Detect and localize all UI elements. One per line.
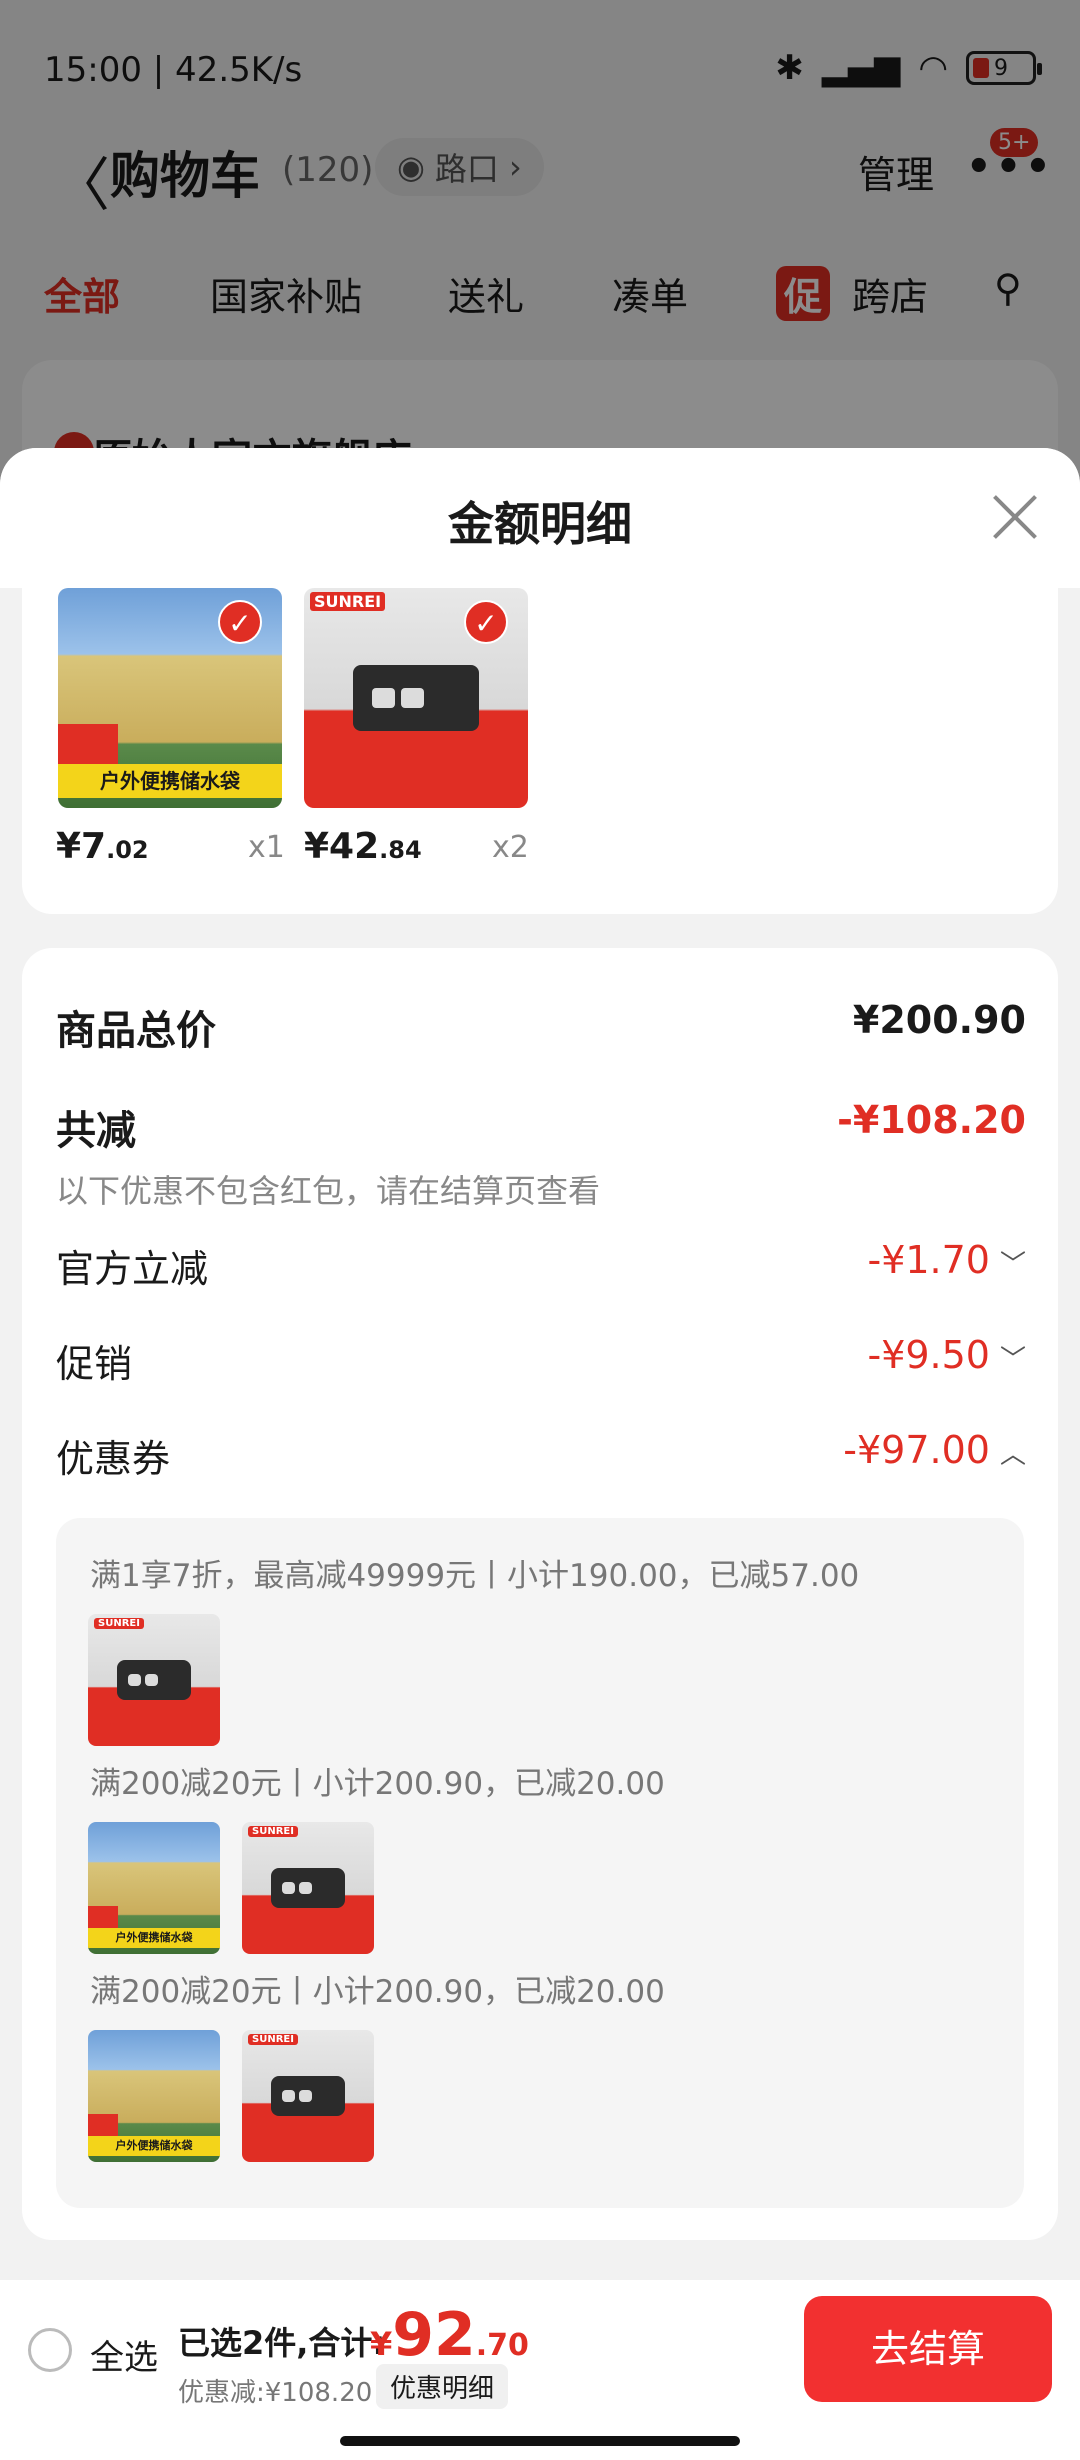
check-icon: ✓ xyxy=(464,600,508,644)
product-label: 户外便携储水袋 xyxy=(88,1928,220,1948)
sheet-title: 金额明细 xyxy=(448,497,632,551)
chevron-down-icon: ﹀ xyxy=(999,1250,1026,1280)
coupon-rule: 满200减20元丨小计200.90，已减20.00 xyxy=(90,1766,665,1802)
reduce-value: -¥108.20 xyxy=(837,1098,1026,1142)
checkout-button[interactable]: 去结算 xyxy=(804,2296,1052,2402)
total-decimal: .70 xyxy=(475,2328,529,2363)
product-label: 户外便携储水袋 xyxy=(88,2136,220,2156)
price-integer: ¥42 xyxy=(304,826,380,867)
promotion-label: 促销 xyxy=(56,1342,133,1386)
amount-detail-sheet: 户外便携储水袋 ✓ SUNREI ✓ ¥7.02 x1 ¥42.84 x2 金额… xyxy=(0,448,1080,2280)
coupon-product-image: 户外便携储水袋 xyxy=(88,1822,220,1954)
promotion-value: -¥9.50 xyxy=(867,1333,990,1377)
reduce-label: 共减 xyxy=(56,1108,136,1154)
sheet-header: 金额明细 xyxy=(0,448,1080,588)
price-detail-card: 商品总价 ¥200.90 共减 -¥108.20 以下优惠不包含红包，请在结算页… xyxy=(22,948,1058,2240)
lamp-body xyxy=(271,2076,345,2116)
price-decimal: .84 xyxy=(379,836,422,864)
price-tag xyxy=(88,1906,118,1928)
total-value: ¥200.90 xyxy=(852,998,1026,1042)
goods-card: 户外便携储水袋 ✓ SUNREI ✓ ¥7.02 x1 ¥42.84 x2 xyxy=(22,588,1058,914)
brand-logo: SUNREI xyxy=(94,1618,144,1629)
official-discount-value: -¥1.70 xyxy=(867,1238,990,1282)
price-integer: ¥7 xyxy=(56,826,107,867)
coupon-label: 优惠券 xyxy=(56,1437,171,1481)
chevron-down-icon: ﹀ xyxy=(999,1345,1026,1375)
price-tag xyxy=(58,724,118,764)
select-all-radio[interactable] xyxy=(28,2328,72,2372)
discount-summary: 优惠减:¥108.20 xyxy=(178,2378,373,2408)
chevron-up-icon: ︿ xyxy=(999,1440,1026,1470)
goods-quantity: x2 xyxy=(492,830,529,865)
selected-summary: 已选2件,合计: xyxy=(178,2324,386,2362)
coupon-product-image: SUNREI xyxy=(242,2030,374,2162)
coupon-product-image: SUNREI xyxy=(88,1614,220,1746)
reduce-note: 以下优惠不包含红包，请在结算页查看 xyxy=(56,1172,601,1210)
goods-price: ¥42.84 xyxy=(304,826,422,867)
promotion-row[interactable]: -¥9.50 ﹀ xyxy=(867,1333,1026,1377)
lamp-body xyxy=(271,1868,345,1908)
official-discount-row[interactable]: -¥1.70 ﹀ xyxy=(867,1238,1026,1282)
coupon-product-image: 户外便携储水袋 xyxy=(88,2030,220,2162)
official-discount-label: 官方立减 xyxy=(56,1247,209,1291)
check-icon: ✓ xyxy=(218,600,262,644)
product-label: 户外便携储水袋 xyxy=(58,764,282,798)
currency-symbol: ¥ xyxy=(370,2325,393,2363)
select-all-label[interactable]: 全选 xyxy=(90,2330,158,2379)
total-integer: 92 xyxy=(392,2300,476,2370)
coupon-product-image: SUNREI xyxy=(242,1822,374,1954)
brand-logo: SUNREI xyxy=(310,592,386,611)
close-icon[interactable] xyxy=(990,492,1040,542)
price-tag xyxy=(88,2114,118,2136)
price-decimal: .02 xyxy=(106,836,149,864)
brand-logo: SUNREI xyxy=(248,1826,298,1837)
brand-logo: SUNREI xyxy=(248,2034,298,2045)
coupon-value: -¥97.00 xyxy=(843,1428,990,1472)
home-indicator[interactable] xyxy=(340,2436,740,2446)
coupon-detail-box: 满1享7折，最高减49999元丨小计190.00，已减57.00 SUNREI … xyxy=(56,1518,1024,2208)
discount-detail-button[interactable]: 优惠明细 xyxy=(376,2364,509,2409)
coupon-rule: 满1享7折，最高减49999元丨小计190.00，已减57.00 xyxy=(90,1558,860,1594)
lamp-body xyxy=(117,1660,191,1700)
lamp-body xyxy=(353,665,479,731)
goods-quantity: x1 xyxy=(248,830,285,865)
goods-price: ¥7.02 xyxy=(56,826,149,867)
total-amount: ¥92.70 xyxy=(370,2300,529,2370)
checkout-bar: 全选 已选2件,合计: ¥92.70 优惠减:¥108.20 优惠明细 去结算 xyxy=(0,2280,1080,2460)
total-label: 商品总价 xyxy=(56,1008,216,1054)
coupon-rule: 满200减20元丨小计200.90，已减20.00 xyxy=(90,1974,665,2010)
coupon-row[interactable]: -¥97.00 ︿ xyxy=(843,1428,1026,1472)
